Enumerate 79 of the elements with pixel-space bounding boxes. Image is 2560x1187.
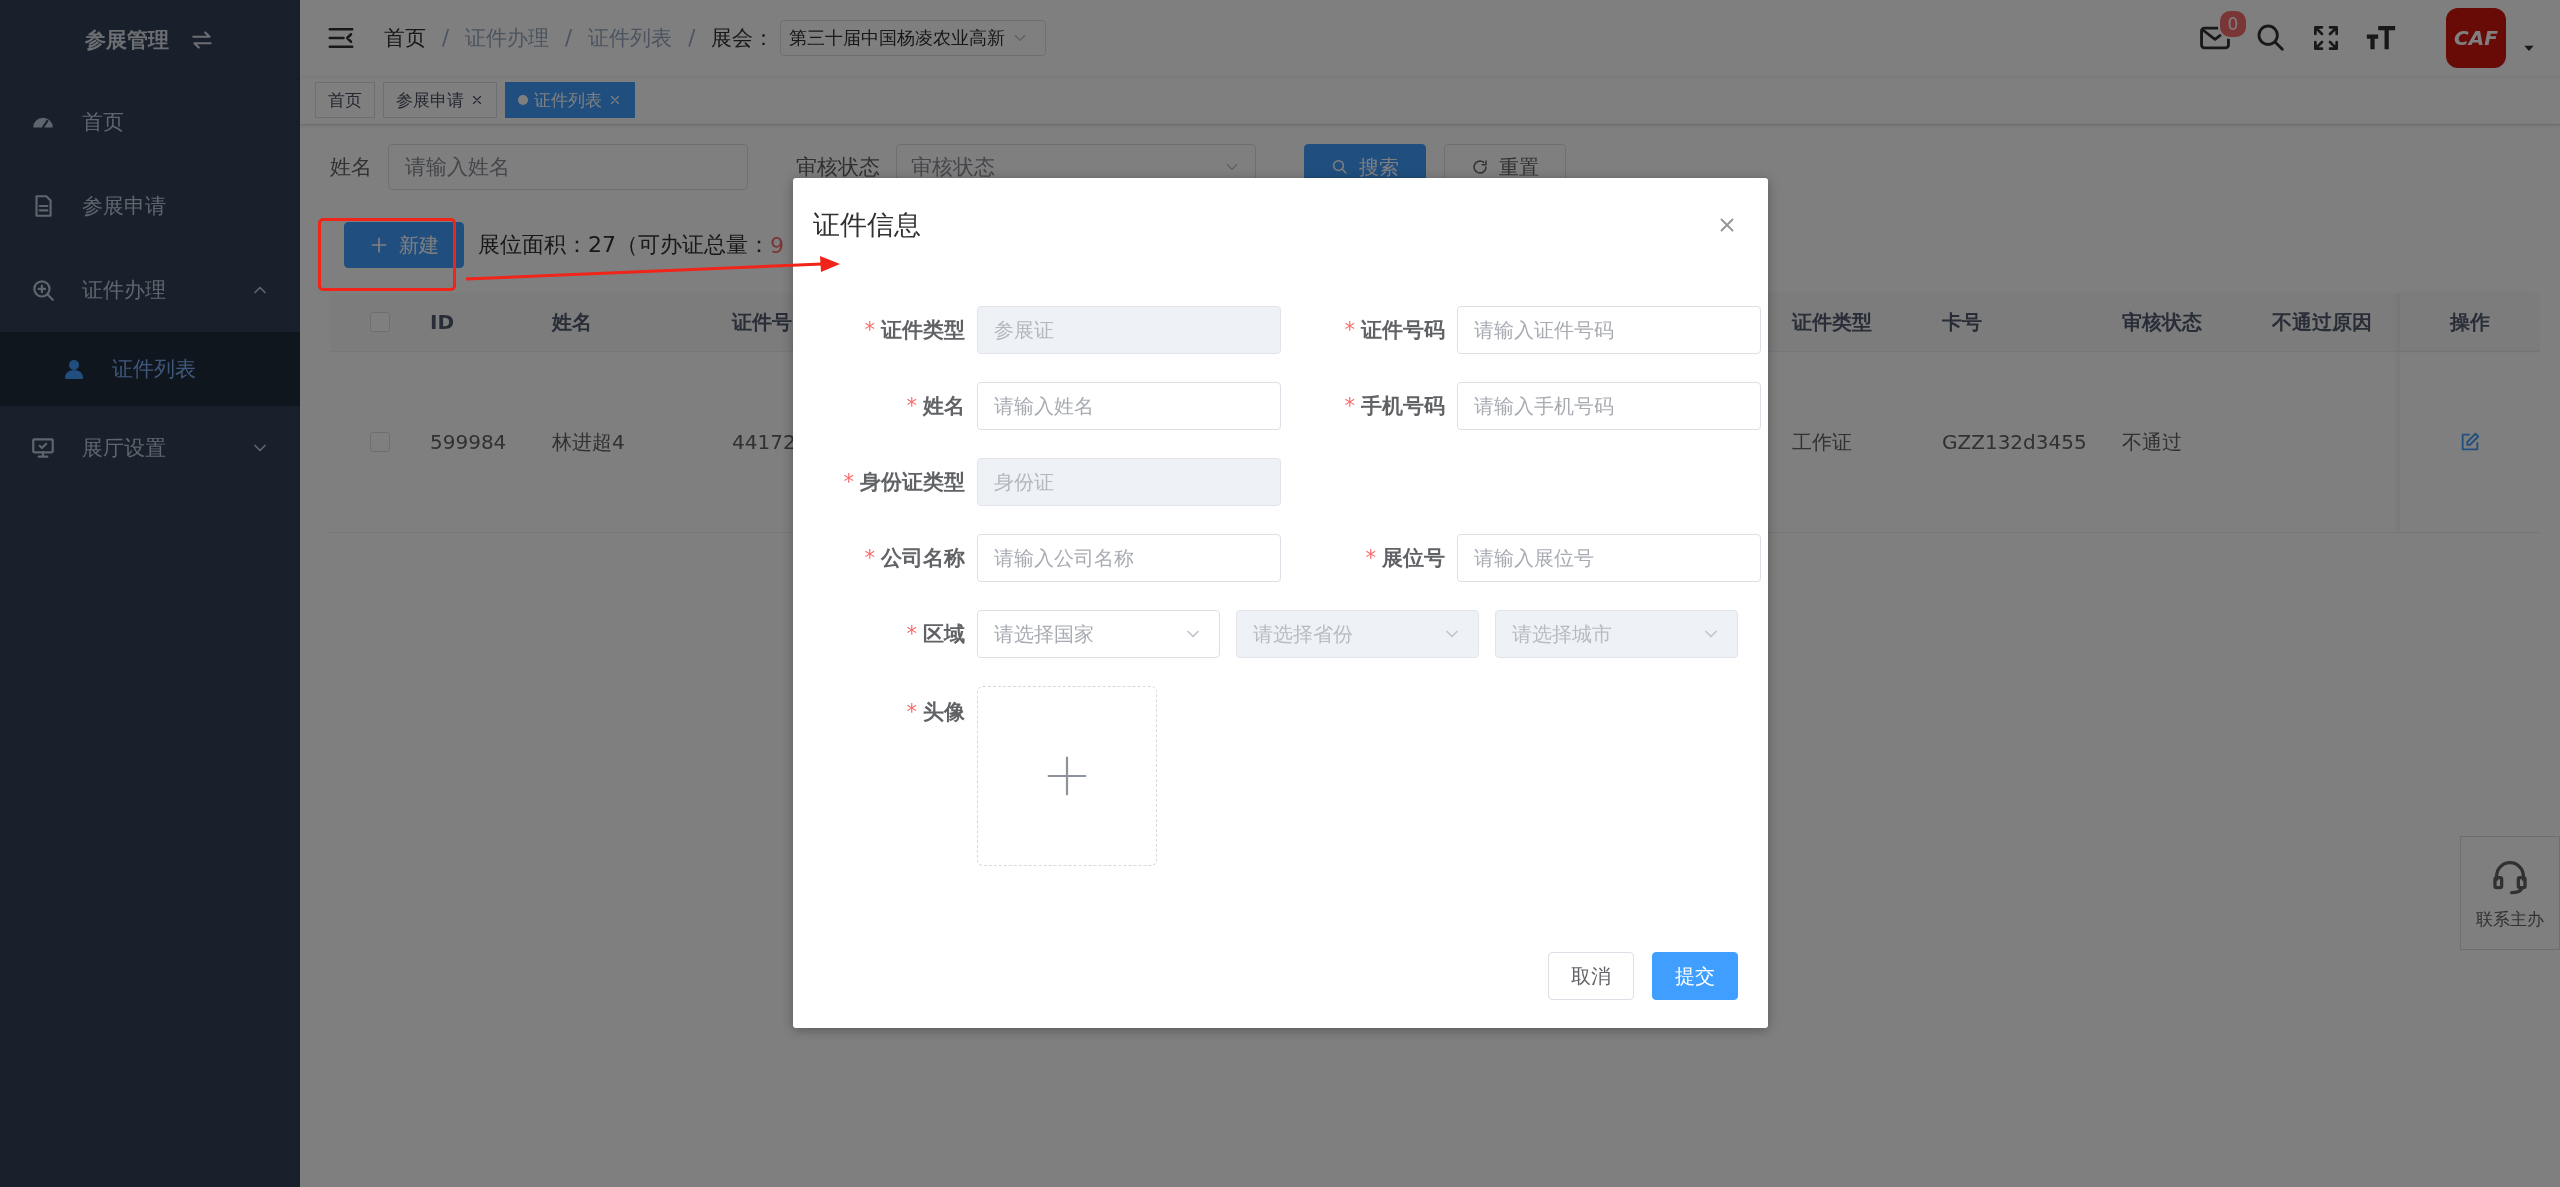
name-input[interactable]: 请输入姓名 [388, 144, 748, 190]
column-header: ID [430, 310, 455, 334]
contact-organizer-button[interactable]: 联系主办 [2460, 836, 2560, 950]
required-mark: * [906, 700, 917, 724]
field-label: * 证件类型 [864, 317, 965, 344]
expo-label: 展会： [711, 25, 775, 52]
text-field[interactable]: 请输入姓名 [977, 382, 1281, 430]
sidebar-item[interactable]: 参展申请 [0, 164, 300, 248]
table-cell: 599984 [430, 430, 507, 454]
table-cell: GZZ132d3455 [1942, 430, 2087, 454]
text-field: 身份证 [977, 458, 1281, 506]
page-tab[interactable]: 参展申请 [383, 82, 497, 118]
required-mark: * [843, 470, 854, 494]
plus-icon [1045, 754, 1089, 798]
column-header: 审核状态 [2122, 309, 2202, 334]
table-cell: 工作证 [1792, 429, 1852, 454]
edit-icon[interactable] [2459, 431, 2481, 453]
column-header: 证件号 [732, 309, 792, 334]
text-field[interactable]: 请输入公司名称 [977, 534, 1281, 582]
search-document-icon [30, 277, 56, 303]
column-header: 卡号 [1942, 309, 1982, 334]
close-icon[interactable] [608, 93, 622, 107]
filter-label: 姓名 [330, 154, 372, 181]
sidebar-subitem[interactable]: 证件列表 [0, 332, 300, 406]
expo-select[interactable]: 第三十届中国杨凌农业高新 [780, 20, 1047, 56]
quota-count: 9 [770, 232, 784, 258]
submit-button[interactable]: 提交 [1652, 952, 1738, 1000]
search-icon [1331, 158, 1349, 176]
required-mark: * [864, 546, 875, 570]
plus-icon [369, 235, 389, 255]
active-dot [518, 95, 528, 105]
field-label: * 公司名称 [864, 545, 965, 572]
monitor-icon [30, 435, 56, 461]
dialog-title: 证件信息 [813, 208, 921, 242]
booth-area-text: 展位面积：27（可办证总量： [478, 231, 770, 259]
breadcrumb-separator: / [442, 26, 450, 50]
field-label: * 证件号码 [1344, 317, 1445, 344]
breadcrumb-link[interactable]: 首页 [384, 24, 426, 52]
sidebar-item[interactable]: 证件办理 [0, 248, 300, 332]
notification-badge: 0 [2218, 9, 2248, 39]
sidebar-item[interactable]: 首页 [0, 80, 300, 164]
field-label: * 姓名 [906, 393, 965, 420]
refresh-icon [1471, 158, 1489, 176]
column-header: 证件类型 [1792, 309, 1872, 334]
logo-avatar[interactable]: CAF [2446, 8, 2506, 68]
required-mark: * [864, 318, 875, 342]
required-mark: * [1365, 546, 1376, 570]
field-label: * 身份证类型 [843, 469, 965, 496]
text-field[interactable]: 请输入证件号码 [1457, 306, 1761, 354]
page-tab[interactable]: 首页 [315, 82, 375, 118]
text-field[interactable]: 请输入手机号码 [1457, 382, 1761, 430]
required-mark: * [906, 394, 917, 418]
table-cell: 不通过 [2122, 429, 2182, 454]
table-cell: 林进超4 [552, 429, 625, 454]
sidebar-title: 参展管理 [85, 27, 169, 54]
close-icon[interactable] [470, 93, 484, 107]
text-field: 参展证 [977, 306, 1281, 354]
column-header: 不通过原因 [2272, 309, 2372, 334]
page-tab[interactable]: 证件列表 [505, 82, 635, 118]
user-icon [62, 357, 86, 381]
column-header: 姓名 [552, 309, 592, 334]
column-header: 操作 [2450, 308, 2490, 336]
breadcrumb-separator: / [565, 26, 573, 50]
filter-label: 审核状态 [796, 154, 880, 181]
field-label: * 展位号 [1365, 545, 1445, 572]
field-label: * 头像 [906, 699, 965, 726]
logo-text: CAF [2454, 26, 2498, 50]
table-cell: 44172 [732, 430, 796, 454]
field-label: * 手机号码 [1344, 393, 1445, 420]
cancel-button[interactable]: 取消 [1548, 952, 1634, 1000]
field-label: * 区域 [906, 621, 965, 648]
text-field[interactable]: 请输入展位号 [1457, 534, 1761, 582]
required-mark: * [906, 622, 917, 646]
breadcrumb-separator: / [688, 26, 696, 50]
required-mark: * [1344, 318, 1355, 342]
required-mark: * [1344, 394, 1355, 418]
sidebar-item[interactable]: 展厅设置 [0, 406, 300, 490]
new-button[interactable]: 新建 [344, 222, 464, 268]
select-field[interactable]: 请选择国家 [977, 610, 1220, 658]
